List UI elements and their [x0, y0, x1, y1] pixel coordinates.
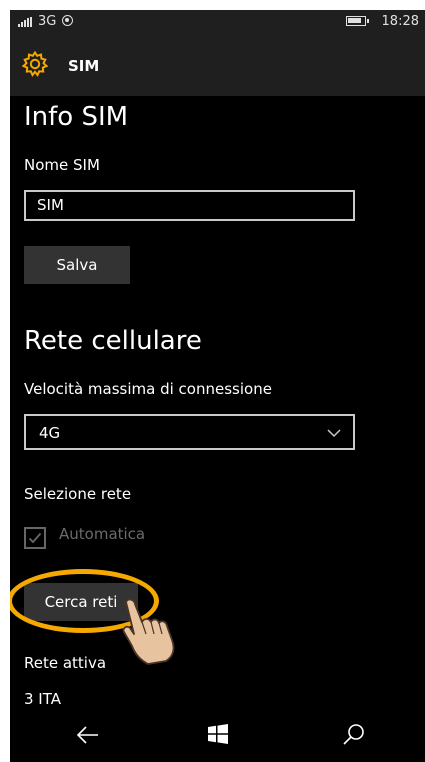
location-icon: [62, 15, 73, 26]
chevron-down-icon: [327, 429, 341, 438]
sim-name-input[interactable]: SIM: [24, 190, 355, 221]
automatic-checkbox[interactable]: [24, 527, 46, 549]
max-speed-value: 4G: [39, 424, 61, 442]
phone-screen: 3G 18:28 SIM Info SIM Nome SIM SIM Salva…: [10, 10, 425, 762]
section-title-cellular: Rete cellulare: [24, 326, 202, 356]
automatic-label: Automatica: [59, 525, 146, 543]
navigation-bar: [10, 710, 425, 762]
gear-icon: [22, 51, 48, 77]
network-type: 3G: [38, 14, 57, 29]
windows-start-icon[interactable]: [208, 724, 228, 744]
checkmark-icon: [28, 532, 42, 544]
app-header: SIM: [10, 34, 425, 96]
battery-icon: [346, 16, 369, 26]
hand-pointer-icon: [122, 598, 175, 665]
signal-strength-icon: [18, 17, 32, 27]
active-network-value: 3 ITA: [24, 690, 61, 708]
sim-name-label: Nome SIM: [24, 156, 100, 174]
max-speed-label: Velocità massima di connessione: [24, 380, 272, 398]
active-network-label: Rete attiva: [24, 654, 107, 672]
section-title-info-sim: Info SIM: [24, 102, 129, 132]
search-icon[interactable]: [342, 722, 366, 746]
page-title: SIM: [68, 57, 100, 75]
clock: 18:28: [381, 14, 419, 29]
save-button[interactable]: Salva: [24, 246, 130, 284]
back-arrow-icon[interactable]: [76, 724, 100, 746]
max-speed-select[interactable]: 4G: [24, 414, 355, 450]
network-selection-label: Selezione rete: [24, 485, 132, 503]
status-bar: 3G 18:28: [10, 10, 425, 34]
